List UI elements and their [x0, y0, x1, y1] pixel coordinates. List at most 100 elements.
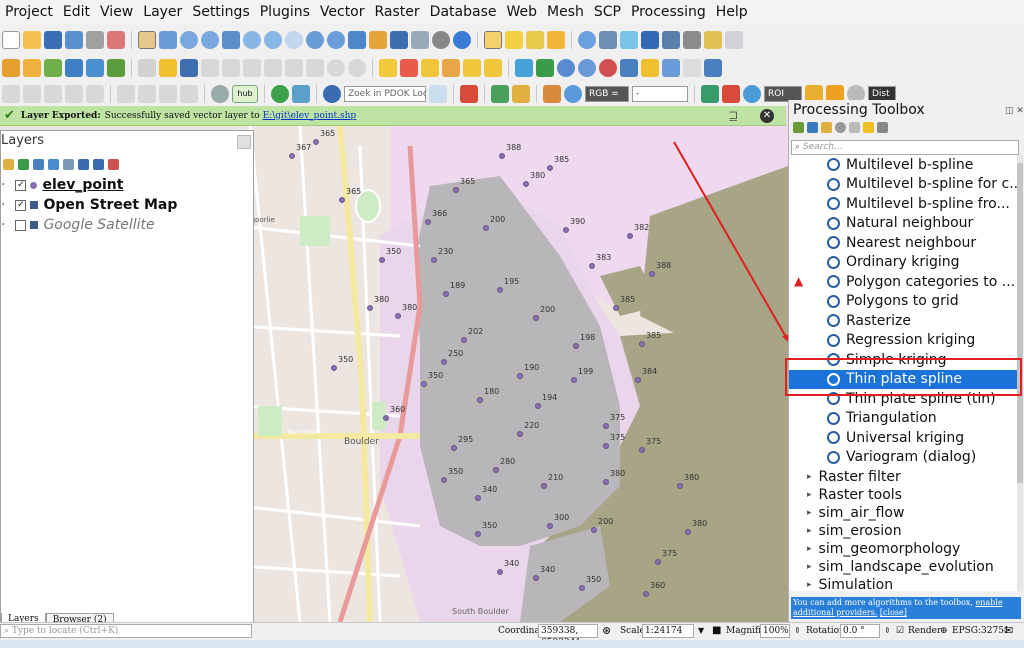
scp-preview-icon[interactable] [557, 59, 575, 77]
text-annotation-icon[interactable] [725, 31, 743, 49]
info-close-link[interactable]: [close] [880, 608, 907, 617]
algorithm-item[interactable]: Multilevel b-spline [827, 155, 973, 174]
elevation-point[interactable] [395, 313, 401, 319]
annotation-icon[interactable] [704, 31, 722, 49]
provider-group[interactable]: ▸ Simulation [807, 577, 893, 591]
scp-tool-icon[interactable] [512, 85, 530, 103]
label-pin-icon[interactable] [400, 59, 418, 77]
elevation-point[interactable] [475, 531, 481, 537]
elevation-point[interactable] [579, 585, 585, 591]
manage-visibility-icon[interactable] [33, 158, 44, 170]
scp-band-set-icon[interactable] [515, 59, 533, 77]
scp-zoom-in-icon[interactable] [564, 85, 582, 103]
elevation-point[interactable] [339, 197, 345, 203]
elevation-point[interactable] [497, 569, 503, 575]
menu-item-vector[interactable]: Vector [315, 4, 370, 20]
attribute-table-icon[interactable] [599, 31, 617, 49]
show-bookmarks-icon[interactable] [411, 31, 429, 49]
add-vector-icon[interactable] [44, 59, 62, 77]
toolbox-search-input[interactable]: ⌕ Search... [791, 140, 1019, 155]
add-point-icon[interactable] [201, 59, 219, 77]
redo-icon[interactable] [348, 59, 366, 77]
elevation-point[interactable] [313, 139, 319, 145]
menu-item-mesh[interactable]: Mesh [542, 4, 589, 20]
algorithm-item[interactable]: Thin plate spline (tin) [827, 389, 996, 408]
elevation-point[interactable] [639, 341, 645, 347]
edit-features-icon[interactable] [863, 122, 874, 133]
add-delimited-icon[interactable] [65, 59, 83, 77]
current-edits-icon[interactable] [138, 59, 156, 77]
zoom-last-icon[interactable] [306, 31, 324, 49]
elevation-point[interactable] [493, 467, 499, 473]
messages-icon[interactable]: ✉ [1004, 624, 1013, 637]
message-minimize-icon[interactable]: ⊒ [728, 109, 738, 123]
help-icon[interactable] [704, 59, 722, 77]
save-as-icon[interactable] [65, 31, 83, 49]
elevation-point[interactable] [453, 187, 459, 193]
menu-item-view[interactable]: View [95, 4, 138, 20]
roi-zoom-icon[interactable] [743, 85, 761, 103]
algorithm-item[interactable]: Universal kriging [827, 428, 964, 447]
algorithm-item[interactable]: Natural neighbour [827, 214, 973, 233]
elevation-point[interactable] [589, 263, 595, 269]
identify-icon[interactable] [484, 31, 502, 49]
expand-arrow-icon[interactable]: ▸ [807, 472, 812, 482]
merge-icon[interactable] [138, 85, 156, 103]
elevation-point[interactable] [517, 431, 523, 437]
vertex-tool-icon[interactable] [222, 59, 240, 77]
layer-item-google-satellite[interactable]: · Google Satellite [1, 215, 155, 235]
copy-features-icon[interactable] [285, 59, 303, 77]
elevation-point[interactable] [367, 305, 373, 311]
expand-arrow-icon[interactable]: ▸ [807, 562, 812, 572]
pan-to-selection-icon[interactable] [159, 31, 177, 49]
scp-triangle-icon[interactable] [536, 59, 554, 77]
layer-checkbox[interactable]: ✓ [15, 199, 27, 211]
provider-group[interactable]: ▸ sim_landscape_evolution [807, 559, 994, 575]
magnifier-field[interactable]: 100% [760, 624, 790, 638]
zoom-native-icon[interactable] [285, 31, 303, 49]
algorithm-item[interactable]: Regression kriging [827, 331, 975, 350]
algorithm-item[interactable]: Simple kriging [827, 350, 947, 369]
vertex-snap-icon[interactable] [2, 85, 20, 103]
elevation-point[interactable] [563, 227, 569, 233]
elevation-point[interactable] [677, 483, 683, 489]
reshape-icon[interactable] [159, 85, 177, 103]
menu-item-scp[interactable]: SCP [589, 4, 626, 20]
pdok-icon[interactable] [323, 85, 341, 103]
lock-scale-icon[interactable]: ■ [712, 625, 721, 636]
label-change-icon[interactable] [484, 59, 502, 77]
menu-item-layer[interactable]: Layer [138, 4, 187, 20]
provider-group[interactable]: ▸ Raster filter [807, 469, 901, 485]
add-group-icon[interactable] [18, 158, 29, 170]
elevation-point[interactable] [591, 527, 597, 533]
message-link[interactable]: E:\git\elev_point.shp [263, 111, 357, 121]
magnifier-spin-icon[interactable]: ⇕ [794, 626, 801, 635]
filter-expression-icon[interactable] [63, 158, 74, 170]
expand-arrow-icon[interactable]: ▸ [807, 526, 812, 536]
save-edits-icon[interactable] [180, 59, 198, 77]
menu-item-web[interactable]: Web [501, 4, 542, 20]
add-raster-icon[interactable] [107, 59, 125, 77]
python-icon[interactable] [821, 122, 832, 133]
elevation-point[interactable] [535, 403, 541, 409]
new-map-view-icon[interactable] [348, 31, 366, 49]
elevation-point[interactable] [547, 165, 553, 171]
algorithm-item[interactable]: Thin plate spline [789, 369, 1017, 389]
layer-checkbox[interactable]: ✓ [15, 179, 27, 191]
elevation-point[interactable] [523, 181, 529, 187]
provider-group[interactable]: ▸ sim_air_flow [807, 505, 904, 521]
elevation-point[interactable] [383, 415, 389, 421]
elevation-point[interactable] [461, 337, 467, 343]
locator-input[interactable]: ⌕ Type to locate (Ctrl+K) [0, 624, 252, 638]
scp-classify-icon[interactable] [578, 59, 596, 77]
elevation-point[interactable] [421, 381, 427, 387]
menu-item-edit[interactable]: Edit [58, 4, 95, 20]
algorithm-item[interactable]: Polygons to grid [827, 292, 959, 311]
algorithm-item[interactable]: Multilevel b-spline fro... [827, 194, 1010, 213]
menu-item-project[interactable]: Project [0, 4, 58, 20]
save-project-icon[interactable] [44, 31, 62, 49]
measure-icon[interactable] [578, 31, 596, 49]
crs-button[interactable]: EPSG:32751 [952, 626, 1010, 636]
elevation-point[interactable] [639, 447, 645, 453]
delete-selected-icon[interactable] [243, 59, 261, 77]
